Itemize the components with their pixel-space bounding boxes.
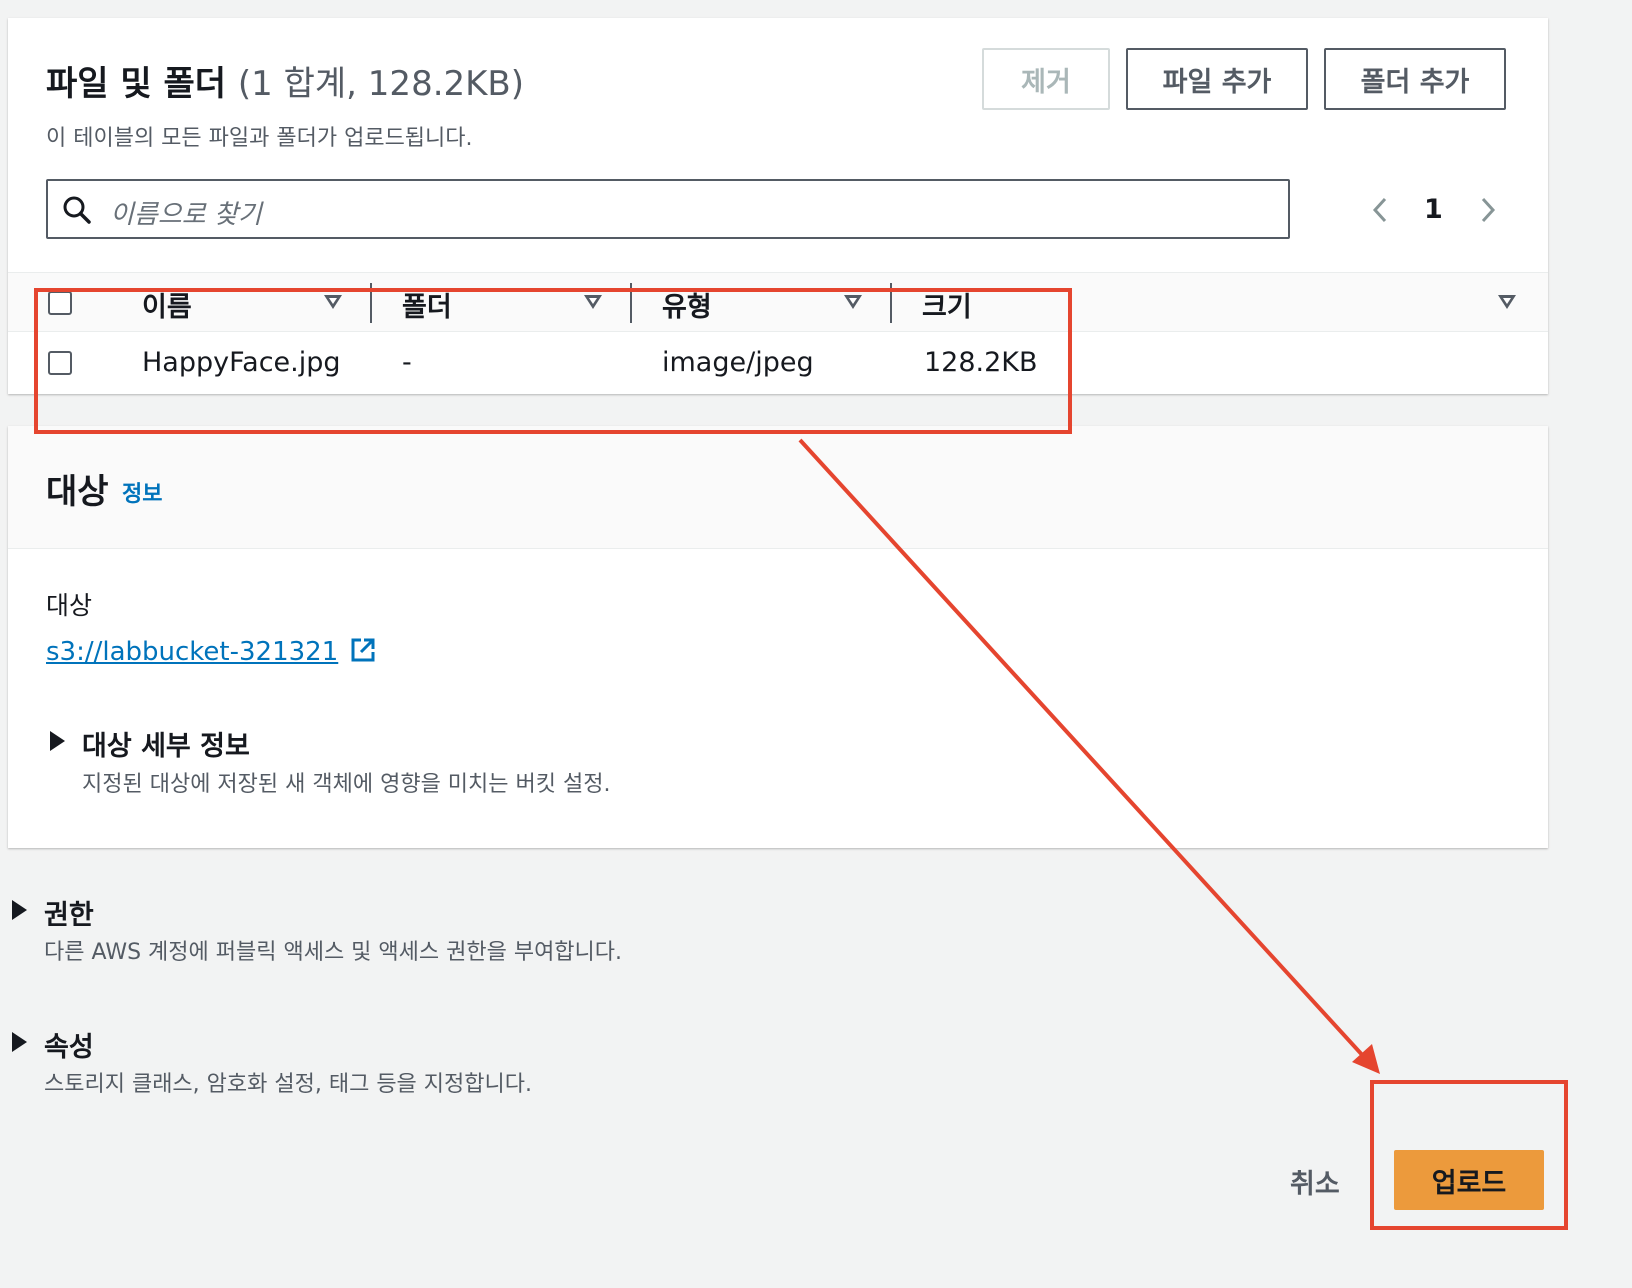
annotation-arrow-head	[1352, 1044, 1380, 1074]
search-placeholder: 이름으로 찾기	[110, 200, 262, 230]
external-link-icon	[351, 638, 375, 662]
add-files-button[interactable]: 파일 추가	[1126, 48, 1308, 110]
row-checkbox[interactable]	[48, 351, 72, 375]
column-divider[interactable]	[370, 283, 372, 323]
files-title-text: 파일 및 폴더	[46, 64, 227, 104]
upload-button[interactable]: 업로드	[1394, 1150, 1544, 1210]
row-type: image/jpeg	[662, 347, 814, 378]
column-header-folder[interactable]: 폴더	[402, 285, 452, 324]
destination-field-label: 대상	[46, 591, 93, 620]
permissions-desc: 다른 AWS 계정에 퍼블릭 액세스 및 액세스 권한을 부여합니다.	[44, 940, 623, 965]
sort-icon[interactable]	[584, 295, 602, 309]
add-folder-button[interactable]: 폴더 추가	[1324, 48, 1506, 110]
column-header-size[interactable]: 크기	[922, 285, 972, 324]
column-header-type[interactable]: 유형	[662, 285, 712, 324]
caret-right-icon[interactable]	[12, 900, 27, 920]
info-link[interactable]: 정보	[122, 476, 162, 508]
row-size: 128.2KB	[924, 347, 1038, 378]
destination-details-desc: 지정된 대상에 저장된 새 객체에 영향을 미치는 버킷 설정.	[82, 772, 611, 797]
properties-toggle[interactable]: 속성	[44, 1025, 94, 1064]
remove-button[interactable]: 제거	[982, 48, 1110, 110]
files-description: 이 테이블의 모든 파일과 폴더가 업로드됩니다.	[46, 126, 473, 151]
destination-title: 대상	[46, 472, 109, 512]
cancel-button[interactable]: 취소	[1290, 1162, 1340, 1201]
destination-header	[8, 426, 1548, 549]
chevron-left-icon[interactable]	[1370, 196, 1390, 224]
sort-icon[interactable]	[1498, 295, 1516, 309]
destination-details-toggle[interactable]: 대상 세부 정보	[82, 724, 250, 763]
table-row[interactable]: HappyFace.jpg - image/jpeg 128.2KB	[8, 332, 1548, 394]
row-file-name: HappyFace.jpg	[142, 347, 341, 378]
search-icon	[63, 196, 91, 224]
sort-icon[interactable]	[844, 295, 862, 309]
bucket-link-text: s3://labbucket-321321	[46, 637, 339, 667]
destination-panel: 대상 정보 대상 s3://labbucket-321321 대상 세부 정보 …	[8, 426, 1548, 848]
page-number[interactable]: 1	[1424, 194, 1443, 225]
caret-right-icon[interactable]	[12, 1032, 27, 1052]
column-divider[interactable]	[630, 283, 632, 323]
table-header-row: 이름 폴더 유형 크기	[8, 272, 1548, 332]
column-header-name[interactable]: 이름	[142, 285, 192, 324]
search-input[interactable]: 이름으로 찾기	[46, 179, 1290, 239]
permissions-toggle[interactable]: 권한	[44, 893, 94, 932]
files-panel: 파일 및 폴더 (1 합계, 128.2KB) 이 테이블의 모든 파일과 폴더…	[8, 18, 1548, 394]
chevron-right-icon[interactable]	[1478, 196, 1498, 224]
caret-right-icon[interactable]	[50, 731, 65, 751]
files-title: 파일 및 폴더 (1 합계, 128.2KB)	[46, 56, 524, 105]
files-count-summary: (1 합계, 128.2KB)	[237, 64, 525, 104]
bucket-link[interactable]: s3://labbucket-321321	[46, 636, 377, 667]
sort-icon[interactable]	[324, 295, 342, 309]
properties-desc: 스토리지 클래스, 암호화 설정, 태그 등을 지정합니다.	[44, 1072, 532, 1097]
column-divider[interactable]	[890, 283, 892, 323]
select-all-checkbox[interactable]	[48, 291, 72, 315]
row-folder: -	[402, 347, 412, 378]
